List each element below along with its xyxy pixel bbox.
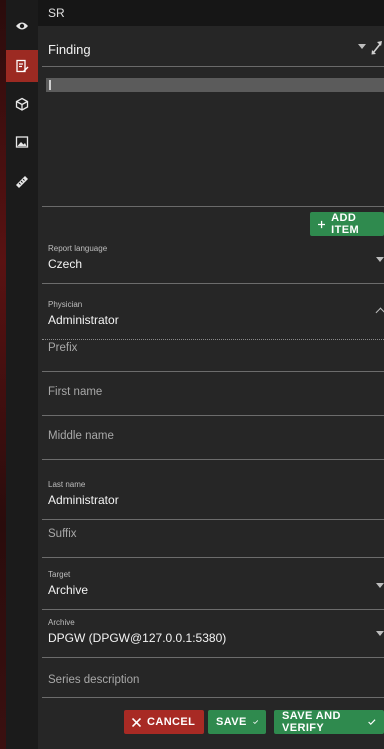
finding-underline	[42, 66, 384, 67]
prefix-field[interactable]: Prefix	[38, 328, 384, 372]
last-name-label: Last name	[48, 480, 86, 489]
chevron-up-icon[interactable]	[375, 307, 384, 318]
middle-name-placeholder: Middle name	[48, 430, 114, 442]
archive-value: DPGW (DPGW@127.0.0.1:5380)	[48, 631, 227, 645]
finding-select[interactable]: Finding	[38, 28, 384, 68]
panel-header: SR	[38, 0, 384, 26]
first-name-placeholder: First name	[48, 386, 103, 398]
physician-label: Physician	[48, 300, 83, 309]
save-label: SAVE	[216, 716, 247, 728]
target-select[interactable]: Target Archive	[38, 566, 384, 610]
action-bar: CANCEL SAVE SAVE AND VERIFY	[38, 706, 384, 738]
save-button[interactable]: SAVE	[208, 710, 266, 734]
archive-select[interactable]: Archive DPGW (DPGW@127.0.0.1:5380)	[38, 614, 384, 658]
archive-label: Archive	[48, 618, 75, 627]
cube-icon	[15, 97, 29, 111]
report-language-select[interactable]: Report language Czech	[38, 240, 384, 284]
prefix-placeholder: Prefix	[48, 342, 78, 354]
panel-title: SR	[48, 6, 65, 20]
check-icon	[368, 719, 376, 725]
expand-icon[interactable]	[370, 38, 384, 56]
target-label: Target	[48, 570, 71, 579]
editor-toolbar	[46, 78, 384, 92]
add-item-label: ADD ITEM	[331, 212, 360, 236]
editor-underline	[42, 206, 384, 207]
sidebar-item-3d[interactable]	[6, 88, 38, 120]
sidebar-item-images[interactable]	[6, 126, 38, 158]
sidebar	[0, 0, 39, 749]
close-icon	[132, 717, 141, 727]
chevron-down-icon	[376, 257, 384, 262]
series-description-placeholder: Series description	[48, 674, 140, 686]
finding-text-editor[interactable]	[46, 78, 384, 206]
save-and-verify-button[interactable]: SAVE AND VERIFY	[274, 710, 384, 734]
finding-label: Finding	[48, 42, 91, 57]
save-and-verify-label: SAVE AND VERIFY	[282, 710, 341, 734]
eye-icon	[16, 22, 28, 30]
plus-icon	[318, 220, 326, 228]
physician-value: Administrator	[48, 313, 119, 327]
image-icon	[15, 136, 29, 148]
last-name-value: Administrator	[48, 493, 119, 507]
chevron-down-icon	[376, 583, 384, 588]
first-name-field[interactable]: First name	[38, 372, 384, 416]
target-value: Archive	[48, 583, 89, 597]
cancel-button[interactable]: CANCEL	[124, 710, 204, 734]
cancel-label: CANCEL	[147, 716, 196, 728]
sidebar-item-report[interactable]	[6, 50, 38, 82]
sr-panel: SR Finding ADD ITEM Report language Czec…	[38, 0, 384, 749]
chevron-down-icon	[376, 631, 384, 636]
check-icon	[252, 720, 258, 725]
text-cursor	[49, 80, 51, 90]
sidebar-item-measure[interactable]	[6, 166, 38, 198]
ruler-icon	[16, 176, 28, 188]
add-item-button[interactable]: ADD ITEM	[310, 212, 384, 236]
suffix-placeholder: Suffix	[48, 528, 77, 540]
report-language-label: Report language	[48, 244, 108, 253]
document-edit-icon	[16, 59, 29, 73]
sidebar-item-viewer[interactable]	[6, 10, 38, 42]
middle-name-field[interactable]: Middle name	[38, 416, 384, 460]
report-language-value: Czech	[48, 257, 83, 271]
chevron-down-icon[interactable]	[358, 44, 366, 49]
series-description-field[interactable]: Series description	[38, 654, 384, 698]
suffix-field[interactable]: Suffix	[38, 514, 384, 558]
